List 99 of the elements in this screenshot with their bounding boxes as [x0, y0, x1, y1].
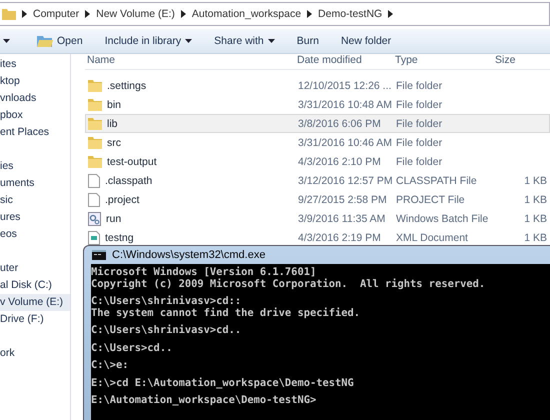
- column-header[interactable]: Name: [85, 54, 297, 66]
- nav-item[interactable]: eos: [0, 226, 70, 243]
- folder-icon: [88, 79, 102, 92]
- document-icon: [88, 230, 100, 244]
- type-cell-text: CLASSPATH File: [396, 174, 478, 186]
- type-cell-text: File folder: [396, 98, 444, 110]
- type-cell-text: File folder: [396, 156, 444, 168]
- date-cell-text: 3/12/2016 12:57 PM: [298, 174, 394, 186]
- document-icon: [88, 192, 100, 206]
- size-cell-text: 1 KB: [523, 232, 548, 244]
- toolbar-button[interactable]: Share with: [207, 33, 282, 49]
- date-cell-text: 3/31/2016 10:48 AM: [298, 98, 393, 110]
- file-name: .classpath: [105, 174, 152, 186]
- console-line: C:\Users>cd..: [91, 342, 174, 354]
- type-cell-text: File folder: [396, 80, 444, 92]
- toolbar-button[interactable]: New folder: [334, 33, 398, 49]
- type-cell-text: Windows Batch File: [396, 212, 490, 224]
- file-name: .settings: [107, 80, 146, 92]
- breadcrumb[interactable]: New Volume (E:): [96, 8, 175, 20]
- caret-icon[interactable]: [3, 39, 10, 43]
- console-line: Microsoft Windows [Version 6.1.7601]: [91, 267, 318, 278]
- date-cell-text: 4/3/2016 2:19 PM: [298, 232, 382, 244]
- console-line: E:\>cd E:\Automation_workspace\Demo-testNG: [91, 378, 355, 389]
- nav-item[interactable]: v Volume (E:): [0, 294, 70, 311]
- nav-item[interactable]: vnloads: [0, 90, 70, 107]
- file-name: src: [107, 136, 121, 148]
- file-name: bin: [107, 98, 122, 110]
- file-row[interactable]: .project 9/27/2015 2:58 PM PROJECT File 1 KB: [85, 190, 550, 209]
- console-line: C:\>e:: [91, 360, 130, 372]
- console-line: E:\Automation_workspace\Demo-testNG>: [91, 395, 318, 406]
- caret-icon: [185, 39, 192, 43]
- open-button[interactable]: Open: [30, 32, 90, 50]
- nav-item[interactable]: ites: [0, 56, 70, 73]
- file-row[interactable]: .settings 12/10/2015 12:26 ... File folder: [85, 76, 550, 95]
- chevron-icon[interactable]: [22, 10, 27, 18]
- folder-icon: [37, 34, 53, 48]
- type-cell-text: File folder: [396, 136, 444, 148]
- folder-icon: [88, 117, 102, 130]
- folder-icon: [2, 7, 16, 21]
- breadcrumb[interactable]: Automation_workspace: [192, 8, 302, 20]
- console-line: C:\Users\shrinivasv>cd..: [91, 325, 242, 336]
- size-cell-text: 1 KB: [523, 194, 548, 206]
- breadcrumb[interactable]: Computer: [33, 8, 80, 20]
- date-cell-text: 9/27/2015 2:58 PM: [298, 194, 388, 206]
- column-header[interactable]: Date modified: [297, 54, 395, 66]
- nav-item[interactable]: pbox: [0, 107, 70, 124]
- type-cell-text: XML Document: [396, 232, 469, 244]
- file-row[interactable]: lib 3/8/2016 6:06 PM File folder: [85, 114, 550, 133]
- type-cell-text: File folder: [396, 118, 444, 130]
- console-line: C:\Users\shrinivasv>cd::: [91, 296, 242, 308]
- folder-icon: [88, 98, 102, 111]
- date-cell-text: 3/8/2016 6:06 PM: [298, 118, 382, 130]
- nav-item[interactable]: Drive (F:): [0, 311, 70, 328]
- toolbar-button[interactable]: Include in library: [98, 33, 200, 49]
- file-row[interactable]: .classpath 3/12/2016 12:57 PM CLASSPATH File 1 KB: [85, 171, 550, 190]
- column-header[interactable]: Type: [395, 54, 495, 66]
- console-line: The system cannot find the drive specified.: [91, 308, 361, 319]
- chevron-icon[interactable]: [388, 10, 394, 18]
- console-line: Copyright (c) 2009 Microsoft Corporation. All rights reserved.: [91, 278, 486, 290]
- file-row[interactable]: src 3/31/2016 10:46 AM File folder: [85, 133, 550, 152]
- toolbar-button[interactable]: Burn: [290, 33, 326, 49]
- folder-icon: [88, 155, 102, 168]
- nav-item[interactable]: ures: [0, 209, 70, 226]
- chevron-icon[interactable]: [307, 10, 312, 18]
- file-row[interactable]: test-output 4/3/2016 2:10 PM File folder: [85, 152, 550, 171]
- document-icon: [88, 174, 100, 188]
- file-name: test-output: [107, 156, 157, 168]
- chevron-icon[interactable]: [180, 10, 186, 18]
- nav-item[interactable]: sic: [0, 192, 70, 209]
- type-cell-text: PROJECT File: [396, 194, 466, 206]
- caret-icon: [268, 39, 275, 43]
- address-bar[interactable]: Computer New Volume (E:) Automation_workspace Demo-testNG: [0, 2, 550, 26]
- date-cell-text: 3/31/2016 10:46 AM: [298, 136, 393, 148]
- nav-item[interactable]: ork: [0, 345, 70, 362]
- file-row[interactable]: testng 4/3/2016 2:19 PM XML Document 1 KB: [85, 228, 550, 247]
- size-cell-text: 1 KB: [523, 174, 548, 186]
- date-cell-text: 12/10/2015 12:26 ...: [298, 80, 392, 92]
- file-row[interactable]: bin 3/31/2016 10:48 AM File folder: [85, 95, 550, 114]
- nav-item[interactable]: al Disk (C:): [0, 277, 70, 294]
- nav-item[interactable]: ies: [0, 158, 70, 175]
- gear-document-icon: [88, 212, 101, 226]
- nav-item[interactable]: ktop: [0, 73, 70, 90]
- chevron-icon[interactable]: [85, 10, 90, 18]
- file-name: testng: [105, 232, 134, 244]
- file-name: lib: [107, 118, 118, 130]
- nav-item[interactable]: uter: [0, 260, 70, 277]
- nav-item[interactable]: ent Places: [0, 124, 70, 141]
- console-icon: [92, 250, 106, 260]
- file-name: .project: [105, 194, 140, 206]
- size-cell-text: 1 KB: [523, 212, 548, 224]
- breadcrumb[interactable]: Demo-testNG: [318, 8, 382, 20]
- date-cell-text: 4/3/2016 2:10 PM: [298, 156, 382, 168]
- nav-item[interactable]: uments: [0, 175, 70, 192]
- folder-icon: [88, 136, 102, 149]
- date-cell-text: 3/9/2016 11:35 AM: [298, 212, 386, 224]
- file-row[interactable]: run 3/9/2016 11:35 AM Windows Batch File 1 KB: [85, 209, 550, 228]
- column-header[interactable]: Size: [495, 54, 550, 66]
- window-title: C:\Windows\system32\cmd.exe: [112, 249, 266, 261]
- file-name: run: [106, 212, 122, 224]
